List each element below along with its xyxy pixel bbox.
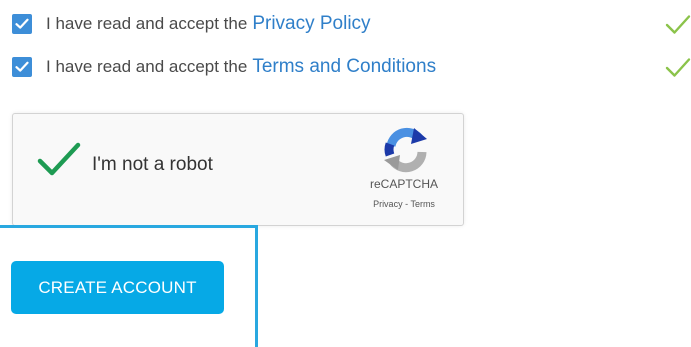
check-mark-icon <box>665 15 691 34</box>
check-mark-icon <box>665 58 691 77</box>
recaptcha-checkmark-icon[interactable] <box>37 142 81 178</box>
consent-text: I have read and accept the <box>46 14 248 33</box>
recaptcha-links: Privacy - Terms <box>349 199 459 209</box>
privacy-policy-link[interactable]: Privacy Policy <box>252 13 370 35</box>
consent-text: I have read and accept the <box>46 57 248 76</box>
privacy-policy-consent: I have read and accept the Privacy Polic… <box>12 13 371 35</box>
terms-checkbox[interactable] <box>12 57 32 77</box>
create-account-form: I have read and accept the Privacy Polic… <box>0 0 691 347</box>
recaptcha-privacy-link[interactable]: Privacy <box>373 199 403 209</box>
check-icon <box>15 18 29 29</box>
terms-consent: I have read and accept the Terms and Con… <box>12 56 436 78</box>
privacy-policy-checkbox[interactable] <box>12 14 32 34</box>
create-account-button[interactable]: CREATE ACCOUNT <box>11 261 224 314</box>
recaptcha-terms-link[interactable]: Terms <box>410 199 435 209</box>
recaptcha-widget: I'm not a robot reCAPTCHA Privacy - Term… <box>12 113 464 226</box>
recaptcha-logo-icon <box>384 127 427 173</box>
check-icon <box>15 61 29 72</box>
recaptcha-label: I'm not a robot <box>92 154 213 175</box>
recaptcha-link-separator: - <box>405 199 409 209</box>
terms-and-conditions-link[interactable]: Terms and Conditions <box>252 56 436 78</box>
recaptcha-brand: reCAPTCHA <box>369 177 438 191</box>
